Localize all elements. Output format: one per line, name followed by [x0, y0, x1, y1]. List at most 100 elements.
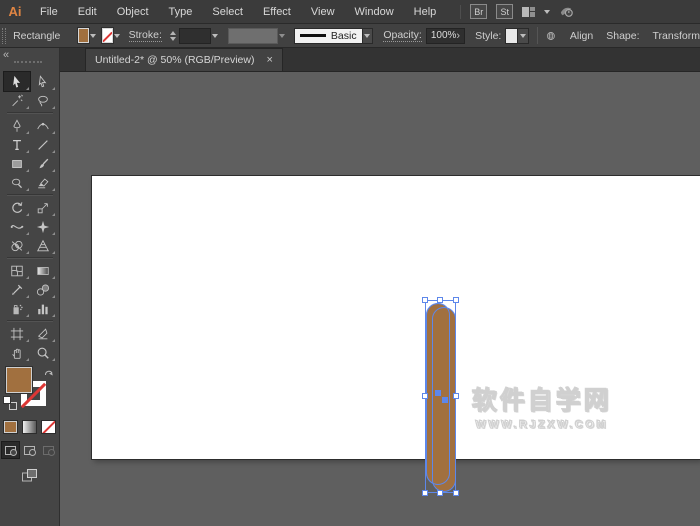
- brush-chevron-icon[interactable]: [363, 28, 374, 44]
- control-bar-grip[interactable]: [2, 28, 6, 44]
- stroke-chevron-icon[interactable]: [113, 28, 121, 44]
- workspace-switcher-icon[interactable]: [522, 7, 535, 17]
- tool-paintbrush[interactable]: [30, 154, 56, 173]
- collapse-panel-icon[interactable]: «: [3, 49, 9, 61]
- document-tab[interactable]: Untitled-2* @ 50% (RGB/Preview) ×: [85, 48, 283, 71]
- swap-fill-stroke-icon[interactable]: [43, 366, 55, 378]
- selection-handle[interactable]: [422, 393, 428, 399]
- close-tab-icon[interactable]: ×: [266, 55, 272, 66]
- selection-bounding-box: [425, 300, 456, 493]
- shape-center-anchor[interactable]: [435, 390, 441, 396]
- shape-builder-icon: [10, 239, 24, 253]
- stroke-color-swatch[interactable]: [102, 28, 113, 43]
- tool-direct-selection[interactable]: [30, 72, 56, 91]
- fill-indicator[interactable]: [6, 367, 32, 393]
- tool-blend[interactable]: [30, 280, 56, 299]
- menu-edit[interactable]: Edit: [68, 6, 107, 18]
- selection-handle[interactable]: [437, 297, 443, 303]
- power-icon[interactable]: [559, 4, 574, 19]
- fill-chevron-icon[interactable]: [89, 28, 97, 44]
- tool-lasso[interactable]: [30, 91, 56, 110]
- active-tool-label: Rectangle: [13, 30, 60, 42]
- type-icon: [10, 138, 24, 152]
- transform-panel-link[interactable]: Transform: [653, 30, 700, 42]
- zoom-icon: [36, 346, 50, 360]
- tools-panel: «: [0, 48, 60, 526]
- menu-file[interactable]: File: [30, 6, 68, 18]
- bridge-button[interactable]: Br: [470, 4, 487, 19]
- menu-select[interactable]: Select: [202, 6, 253, 18]
- none-button[interactable]: [41, 420, 56, 434]
- default-fill-stroke-icon[interactable]: [3, 396, 17, 410]
- stroke-weight-label[interactable]: Stroke:: [129, 29, 162, 42]
- stock-button[interactable]: St: [496, 4, 513, 19]
- tool-eraser[interactable]: [30, 173, 56, 192]
- gradient-button[interactable]: [22, 420, 37, 434]
- symbol-sprayer-icon: [10, 302, 24, 316]
- document-tab-title: Untitled-2* @ 50% (RGB/Preview): [95, 54, 254, 66]
- tool-selection[interactable]: [4, 72, 30, 91]
- stroke-weight-chevron-icon[interactable]: [211, 28, 219, 44]
- draw-behind-button[interactable]: [21, 442, 38, 458]
- selection-handle[interactable]: [422, 490, 428, 496]
- tool-symbol-sprayer[interactable]: [4, 299, 30, 318]
- tool-zoom[interactable]: [30, 343, 56, 362]
- selection-handle[interactable]: [453, 297, 459, 303]
- tool-shape-builder[interactable]: [4, 236, 30, 255]
- stroke-weight-stepper[interactable]: [170, 31, 176, 41]
- opacity-value: 100%: [431, 30, 457, 41]
- tools-panel-grip[interactable]: [14, 61, 42, 63]
- tool-type[interactable]: [4, 135, 30, 154]
- menu-window[interactable]: Window: [345, 6, 404, 18]
- tool-rotate[interactable]: [4, 198, 30, 217]
- style-swatch[interactable]: [505, 28, 518, 44]
- selection-handle[interactable]: [453, 393, 459, 399]
- color-button[interactable]: [3, 420, 18, 434]
- menu-effect[interactable]: Effect: [253, 6, 301, 18]
- shape-center-anchor[interactable]: [442, 397, 448, 403]
- tool-free-transform[interactable]: [30, 217, 56, 236]
- align-panel-link[interactable]: Align: [570, 30, 593, 42]
- blend-icon: [36, 283, 50, 297]
- menu-help[interactable]: Help: [404, 6, 447, 18]
- tool-artboard[interactable]: [4, 324, 30, 343]
- menu-view[interactable]: View: [301, 6, 345, 18]
- shape-panel-link[interactable]: Shape:: [606, 30, 639, 42]
- selection-handle[interactable]: [437, 490, 443, 496]
- stroke-weight-field[interactable]: [179, 28, 211, 44]
- tool-mesh[interactable]: [4, 261, 30, 280]
- tool-hand[interactable]: [4, 343, 30, 362]
- tool-scale[interactable]: [30, 198, 56, 217]
- tool-line-segment[interactable]: [30, 135, 56, 154]
- tool-gradient[interactable]: [30, 261, 56, 280]
- selection-handle[interactable]: [422, 297, 428, 303]
- tool-magic-wand[interactable]: [4, 91, 30, 110]
- opacity-label[interactable]: Opacity:: [383, 29, 422, 42]
- tool-curvature[interactable]: [30, 116, 56, 135]
- tool-shaper[interactable]: [4, 173, 30, 192]
- hand-icon: [10, 346, 24, 360]
- tool-slice[interactable]: [30, 324, 56, 343]
- menu-object[interactable]: Object: [107, 6, 159, 18]
- document-setup-globe-icon[interactable]: [546, 29, 556, 43]
- tool-rectangle[interactable]: [4, 154, 30, 173]
- tool-width[interactable]: [4, 217, 30, 236]
- slice-icon: [36, 327, 50, 341]
- opacity-arrow-icon[interactable]: ›: [456, 30, 460, 42]
- draw-inside-button[interactable]: [40, 442, 57, 458]
- draw-normal-button[interactable]: [2, 442, 19, 458]
- screen-mode-icon[interactable]: [21, 468, 39, 483]
- canvas-pasteboard[interactable]: 软件自学网 WWW.RJZXW.COM: [60, 72, 700, 526]
- tool-eyedropper[interactable]: [4, 280, 30, 299]
- fill-color-swatch[interactable]: [78, 28, 89, 43]
- rotate-icon: [10, 201, 24, 215]
- chevron-down-icon[interactable]: [544, 10, 550, 14]
- brush-definition-dropdown[interactable]: Basic: [294, 28, 363, 44]
- tool-pen[interactable]: [4, 116, 30, 135]
- tool-perspective-grid[interactable]: [30, 236, 56, 255]
- menu-type[interactable]: Type: [159, 6, 203, 18]
- selection-handle[interactable]: [453, 490, 459, 496]
- style-chevron-icon[interactable]: [518, 28, 529, 44]
- tool-column-graph[interactable]: [30, 299, 56, 318]
- opacity-field[interactable]: 100% ›: [426, 28, 465, 44]
